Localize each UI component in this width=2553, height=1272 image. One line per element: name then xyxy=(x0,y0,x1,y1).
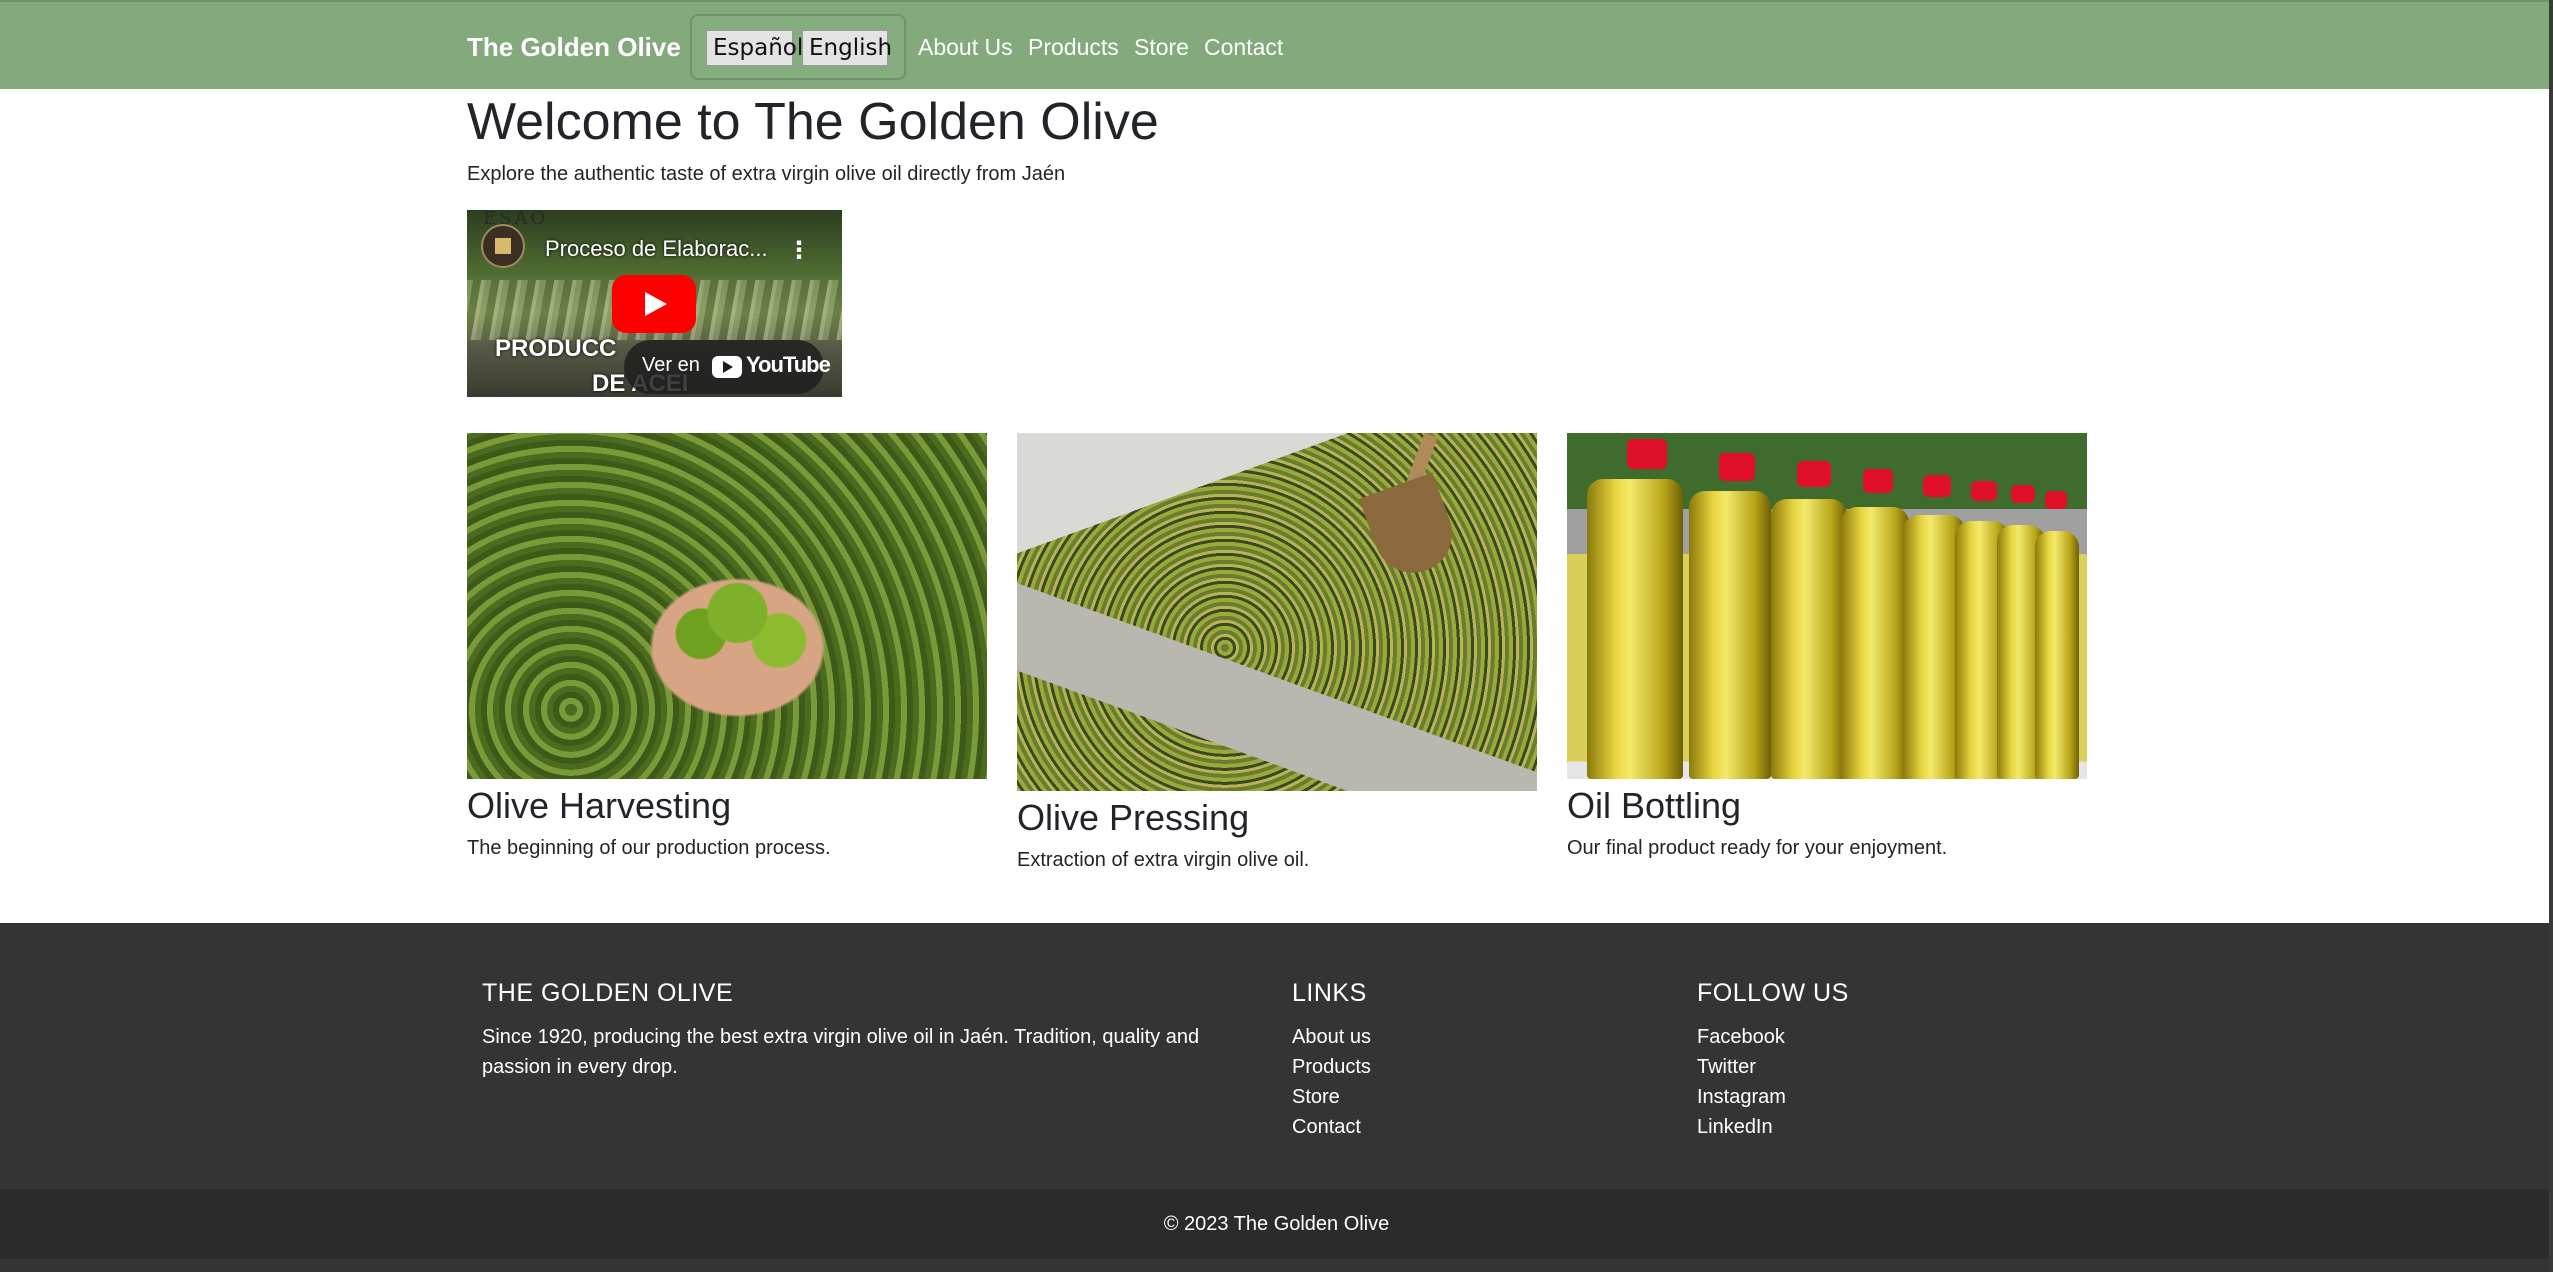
harvest-image xyxy=(467,433,987,779)
footer-follow-heading: FOLLOW US xyxy=(1697,979,1849,1007)
footer-follow-us: FOLLOW US Facebook Twitter Instagram Lin… xyxy=(1697,979,1849,1142)
video-thumbnail-text: PRODUCC xyxy=(495,335,617,362)
bottom-strip xyxy=(0,1259,2553,1272)
more-options-icon[interactable]: ⋮ xyxy=(787,236,811,265)
brand-link[interactable]: The Golden Olive xyxy=(467,32,681,63)
page-title: Welcome to The Golden Olive xyxy=(467,93,1159,151)
pressing-image xyxy=(1017,433,1537,791)
bottle-cap xyxy=(1923,475,1951,497)
card-title: Oil Bottling xyxy=(1567,785,1742,826)
footer-link-products[interactable]: Products xyxy=(1292,1052,1371,1082)
bottle-cap xyxy=(1863,469,1893,493)
footer-link-contact[interactable]: Contact xyxy=(1292,1112,1371,1142)
footer-about-text: Since 1920, producing the best extra vir… xyxy=(482,1026,1200,1078)
nav-link-contact[interactable]: Contact xyxy=(1204,34,1283,61)
nav-link-products[interactable]: Products xyxy=(1028,34,1119,61)
watch-on-youtube-button[interactable]: Ver en YouTube xyxy=(624,340,831,394)
copyright-bar: © 2023 The Golden Olive xyxy=(0,1189,2553,1259)
card-text: Extraction of extra virgin olive oil. xyxy=(1017,849,1310,871)
card-olive-harvesting: Olive Harvesting The beginning of our pr… xyxy=(467,433,987,860)
card-title: Olive Harvesting xyxy=(467,785,732,826)
bottle-cap xyxy=(1797,461,1831,487)
bottle-cap xyxy=(1971,481,1997,501)
shovel-blade xyxy=(1358,472,1464,584)
bottle-cap xyxy=(1719,453,1755,481)
bottle-cap xyxy=(2045,491,2067,509)
language-button-english[interactable]: English xyxy=(802,30,892,66)
footer-link-store[interactable]: Store xyxy=(1292,1082,1371,1112)
card-text: The beginning of our production process. xyxy=(467,837,831,859)
nav-link-store[interactable]: Store xyxy=(1134,34,1189,61)
bottle xyxy=(2035,531,2079,779)
footer-link-about-us[interactable]: About us xyxy=(1292,1022,1371,1052)
bottle xyxy=(1689,491,1771,779)
footer-links: LINKS About us Products Store Contact xyxy=(1292,979,1371,1142)
nav-link-about-us[interactable]: About Us xyxy=(918,34,1013,61)
card-olive-pressing: Olive Pressing Extraction of extra virgi… xyxy=(1017,433,1537,872)
card-text: Our final product ready for your enjoyme… xyxy=(1567,837,1948,859)
page-edge-divider xyxy=(2549,0,2553,1272)
watch-on-label: Ver en xyxy=(642,354,700,376)
language-button-spanish[interactable]: Español xyxy=(706,30,803,66)
channel-avatar[interactable] xyxy=(481,224,525,268)
bottle-cap xyxy=(2011,485,2035,503)
footer: THE GOLDEN OLIVE Since 1920, producing t… xyxy=(0,923,2553,1189)
social-link-facebook[interactable]: Facebook xyxy=(1697,1022,1849,1052)
video-title[interactable]: Proceso de Elaborac... xyxy=(545,236,768,262)
bottle-cap xyxy=(1627,439,1667,469)
bottle xyxy=(1771,499,1847,779)
footer-about-heading: THE GOLDEN OLIVE xyxy=(482,979,734,1007)
bottle xyxy=(1587,479,1683,779)
bottling-image xyxy=(1567,433,2087,779)
social-link-linkedin[interactable]: LinkedIn xyxy=(1697,1112,1849,1142)
footer-about: THE GOLDEN OLIVE Since 1920, producing t… xyxy=(482,979,1222,1082)
navbar: The Golden Olive Español English About U… xyxy=(0,0,2553,89)
social-link-instagram[interactable]: Instagram xyxy=(1697,1082,1849,1112)
youtube-video-embed[interactable]: ESAO Proceso de Elaborac... ⋮ PRODUCC DE… xyxy=(467,210,842,397)
page-subtitle: Explore the authentic taste of extra vir… xyxy=(467,163,1066,185)
social-link-twitter[interactable]: Twitter xyxy=(1697,1052,1849,1082)
youtube-logo-icon xyxy=(712,356,742,378)
footer-links-heading: LINKS xyxy=(1292,979,1367,1007)
card-title: Olive Pressing xyxy=(1017,797,1250,838)
language-switcher: Español English xyxy=(690,14,906,80)
youtube-wordmark: YouTube xyxy=(746,352,831,377)
bottle xyxy=(1841,507,1909,779)
card-oil-bottling: Oil Bottling Our final product ready for… xyxy=(1567,433,2087,860)
youtube-play-icon[interactable] xyxy=(612,275,696,333)
